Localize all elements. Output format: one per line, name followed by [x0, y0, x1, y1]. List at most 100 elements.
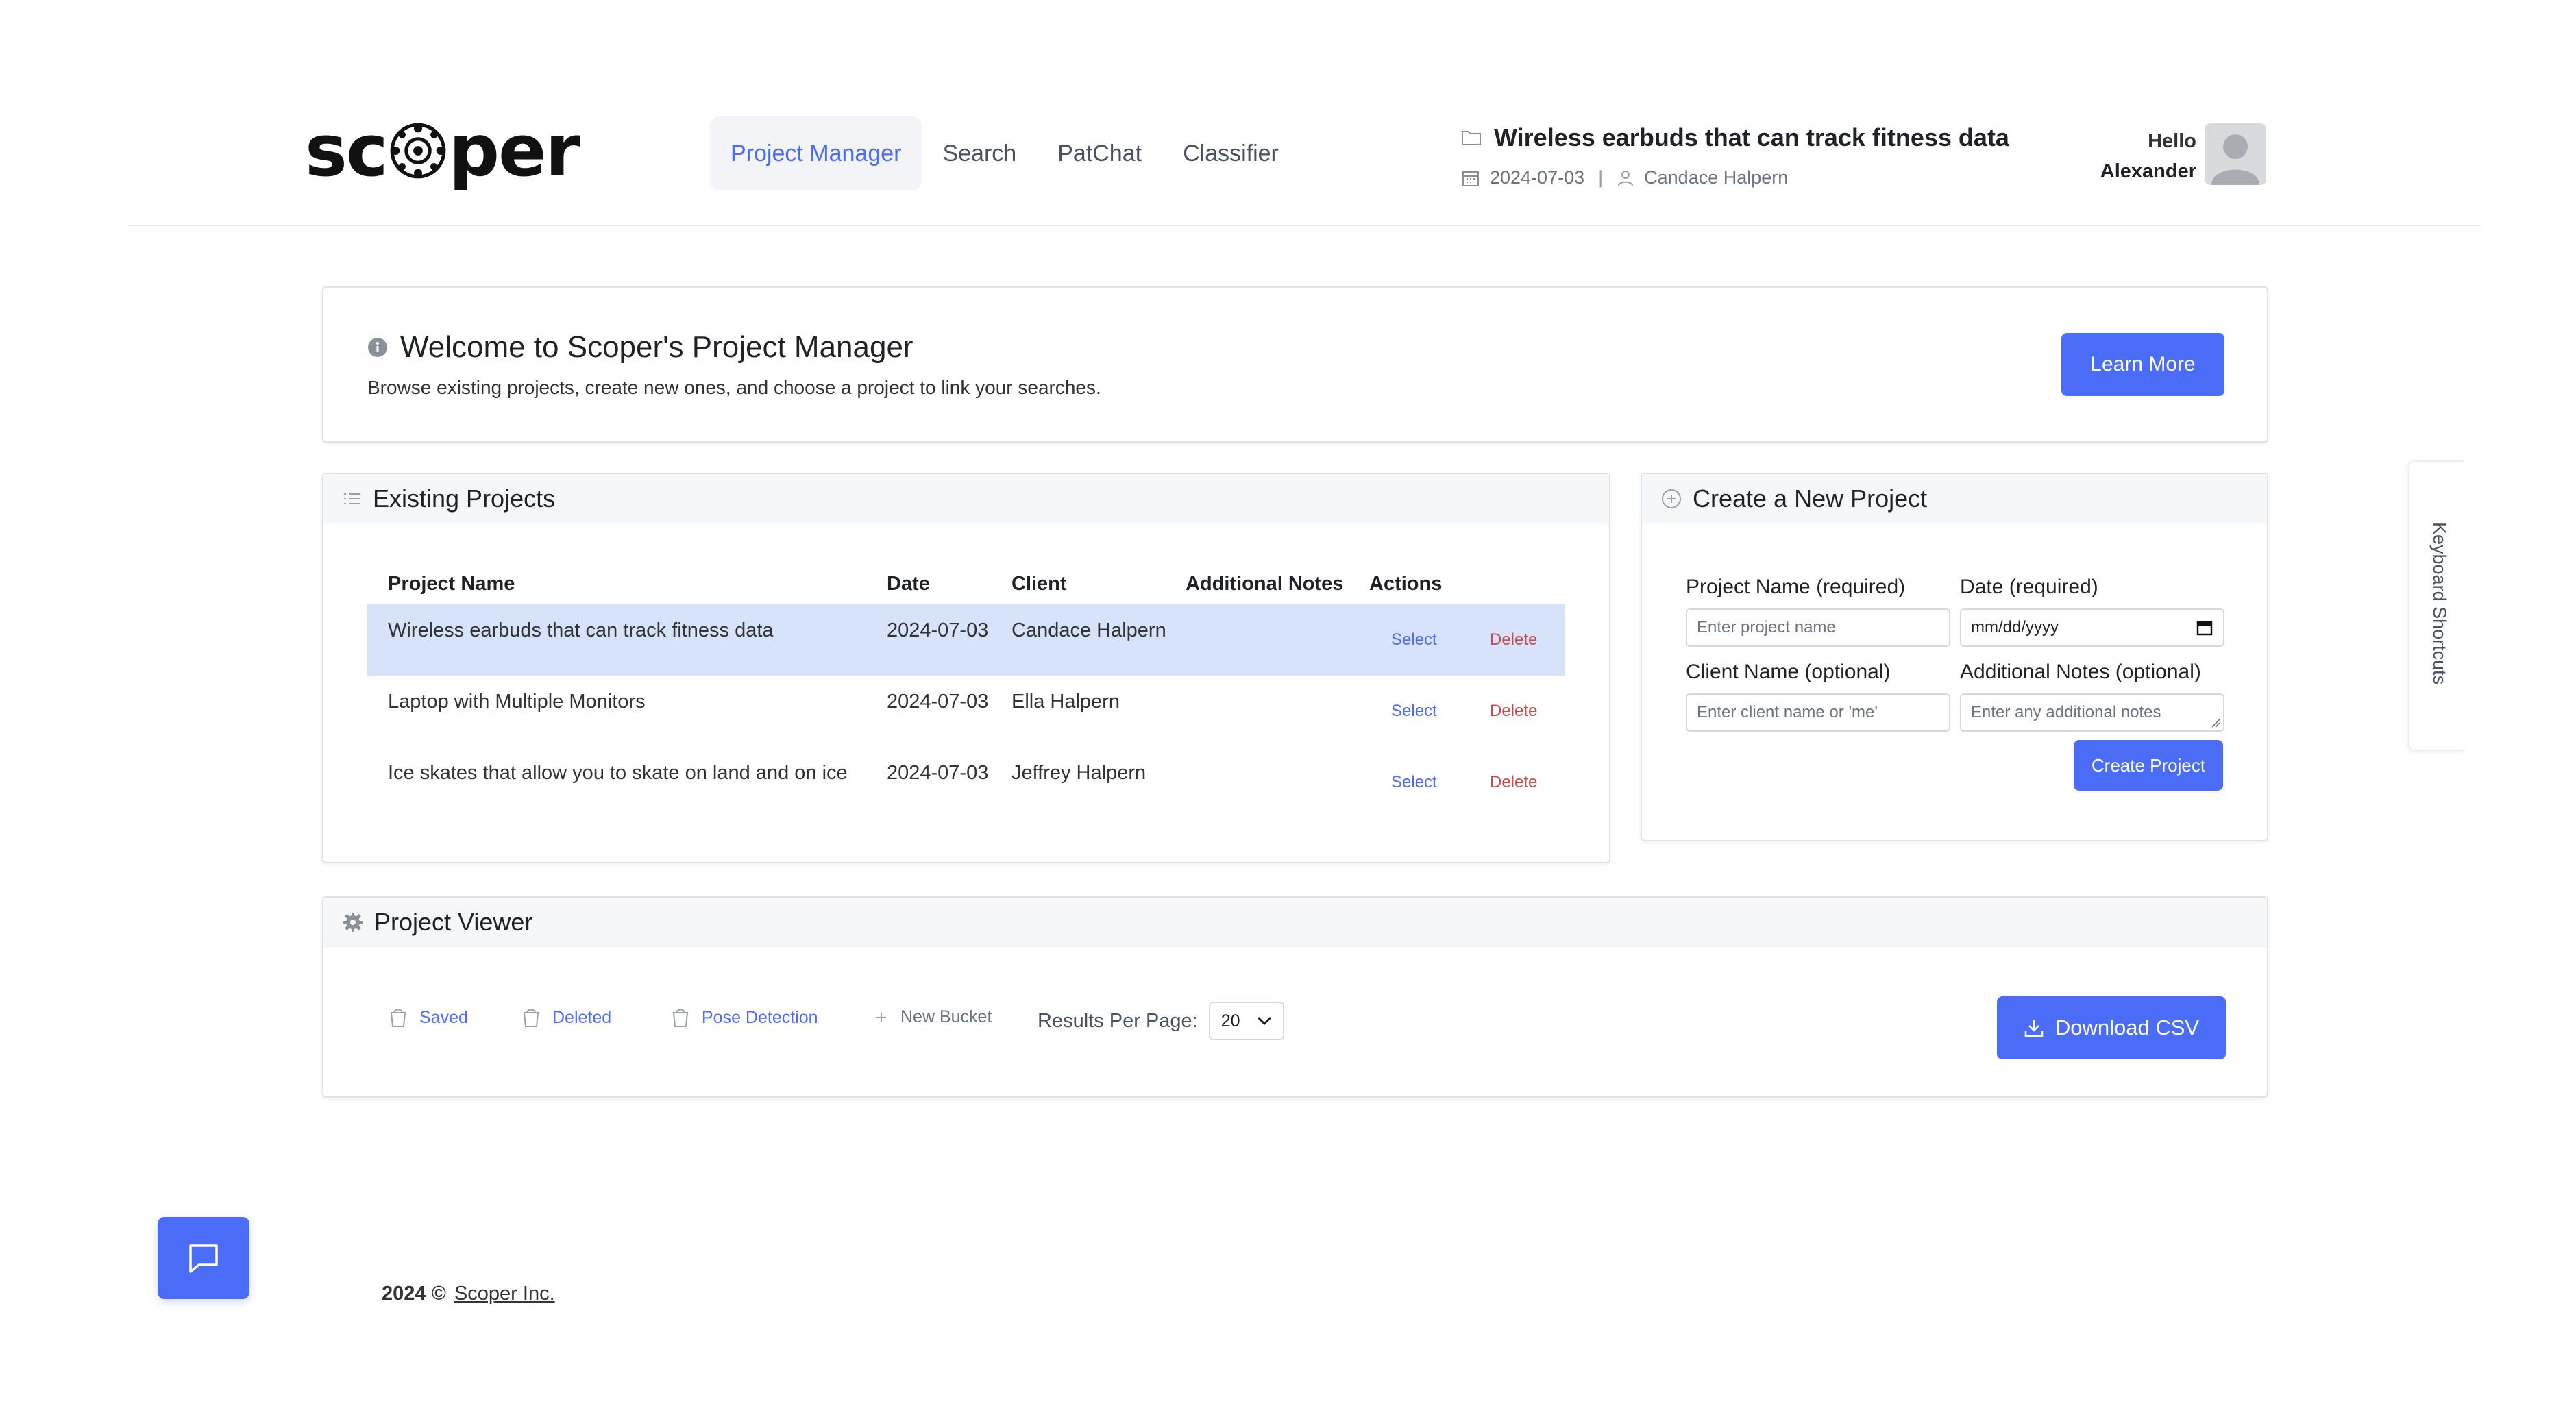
download-csv-label: Download CSV	[2054, 1015, 2200, 1039]
bucket-label: Saved	[419, 1007, 468, 1027]
notes-placeholder: Enter any additional notes	[1971, 703, 2161, 722]
scoper-logo[interactable]: sc per	[305, 109, 580, 193]
existing-projects-card: Existing Projects Project Name Date Clie…	[322, 473, 1610, 863]
delete-button[interactable]: Delete	[1490, 630, 1537, 650]
list-icon	[344, 493, 360, 504]
avatar[interactable]	[2205, 123, 2266, 185]
results-per-page: Results Per Page: 20	[1038, 1002, 1284, 1040]
resize-handle-icon[interactable]	[2209, 717, 2220, 728]
date-input[interactable]: mm/dd/yyyy	[1960, 608, 2224, 647]
bucket-pose-detection[interactable]: Pose Detection	[672, 1007, 818, 1028]
project-name-label: Project Name (required)	[1686, 576, 1906, 598]
nav-classifier[interactable]: Classifier	[1162, 116, 1299, 190]
keyboard-shortcuts-tab[interactable]: Keyboard Shortcuts	[2408, 460, 2464, 751]
welcome-title: Welcome to Scoper's Project Manager	[400, 330, 913, 364]
plus-circle-icon	[1662, 489, 1681, 508]
logo-text-right: per	[448, 109, 580, 193]
create-project-heading: Create a New Project	[1693, 484, 1928, 513]
info-icon	[368, 338, 387, 357]
table-row[interactable]: Wireless earbuds that can track fitness …	[367, 604, 1565, 676]
delete-button[interactable]: Delete	[1490, 702, 1537, 721]
chat-button[interactable]	[158, 1217, 249, 1299]
nav-project-manager[interactable]: Project Manager	[710, 116, 922, 190]
current-project-title: Wireless earbuds that can track fitness …	[1494, 123, 2009, 151]
col-actions: Actions	[1369, 572, 1443, 595]
meta-separator: |	[1598, 167, 1604, 188]
row-project-name: Ice skates that allow you to skate on la…	[388, 762, 848, 784]
table-row[interactable]: Laptop with Multiple Monitors 2024-07-03…	[367, 676, 1565, 747]
row-client: Candace Halpern	[1011, 619, 1166, 641]
folder-icon	[1462, 131, 1481, 145]
col-project-name: Project Name	[388, 572, 515, 595]
nav-patchat[interactable]: PatChat	[1037, 116, 1162, 190]
user-icon	[1618, 170, 1634, 186]
select-button[interactable]: Select	[1391, 773, 1437, 792]
bucket-label: Pose Detection	[702, 1007, 818, 1027]
user-greeting: Hello Alexander	[2090, 126, 2196, 186]
chevron-down-icon	[1257, 1016, 1271, 1026]
bucket-label: Deleted	[552, 1007, 612, 1027]
user-name: Alexander	[2100, 160, 2196, 182]
project-name-input[interactable]: Enter project name	[1686, 608, 1950, 647]
bucket-icon	[672, 1009, 689, 1027]
bucket-saved[interactable]: Saved	[389, 1007, 468, 1028]
row-client: Jeffrey Halpern	[1011, 762, 1146, 784]
col-additional-notes: Additional Notes	[1186, 572, 1344, 595]
results-per-page-value: 20	[1220, 1011, 1240, 1031]
welcome-subtitle: Browse existing projects, create new one…	[367, 377, 1101, 398]
additional-notes-input[interactable]: Enter any additional notes	[1960, 693, 2224, 732]
current-project-header: Wireless earbuds that can track fitness …	[1461, 123, 2009, 188]
row-date: 2024-07-03	[887, 691, 989, 713]
bucket-icon	[523, 1009, 539, 1027]
chat-bubble-icon	[189, 1244, 218, 1273]
select-button[interactable]: Select	[1391, 630, 1437, 650]
gear-icon	[343, 912, 363, 932]
row-date: 2024-07-03	[887, 619, 989, 641]
nav-search[interactable]: Search	[922, 116, 1037, 190]
main-nav: Project Manager Search PatChat Classifie…	[710, 116, 1299, 190]
bucket-icon	[390, 1009, 406, 1027]
plus-icon	[876, 1012, 886, 1022]
select-button[interactable]: Select	[1391, 702, 1437, 721]
client-name-label: Client Name (optional)	[1686, 661, 1891, 683]
footer: 2024 © Scoper Inc.	[382, 1283, 555, 1305]
table-row[interactable]: Ice skates that allow you to skate on la…	[367, 747, 1565, 818]
create-project-button[interactable]: Create Project	[2074, 740, 2223, 791]
col-date: Date	[887, 572, 930, 595]
download-icon	[2024, 1020, 2044, 1037]
client-name-input[interactable]: Enter client name or 'me'	[1686, 693, 1950, 732]
keyboard-shortcuts-label: Keyboard Shortcuts	[2429, 522, 2450, 685]
current-project-date: 2024-07-03	[1490, 167, 1585, 188]
new-bucket-button[interactable]: New Bucket	[874, 1007, 992, 1027]
col-client: Client	[1011, 572, 1067, 595]
footer-year: 2024 ©	[382, 1283, 446, 1305]
logo-mandala-icon	[390, 123, 445, 179]
projects-table: Project Name Date Client Additional Note…	[367, 563, 1565, 818]
results-per-page-label: Results Per Page:	[1038, 1009, 1198, 1032]
current-project-client: Candace Halpern	[1644, 167, 1789, 188]
row-project-name: Wireless earbuds that can track fitness …	[388, 619, 774, 641]
additional-notes-label: Additional Notes (optional)	[1960, 661, 2201, 683]
delete-button[interactable]: Delete	[1490, 773, 1537, 792]
results-per-page-select[interactable]: 20	[1208, 1002, 1284, 1040]
bucket-deleted[interactable]: Deleted	[522, 1007, 611, 1028]
create-project-card: Create a New Project Project Name (requi…	[1641, 473, 2268, 841]
footer-company-link[interactable]: Scoper Inc.	[454, 1283, 555, 1305]
new-bucket-label: New Bucket	[900, 1007, 992, 1026]
download-csv-button[interactable]: Download CSV	[1997, 996, 2226, 1059]
logo-text-left: sc	[305, 109, 389, 193]
table-header: Project Name Date Client Additional Note…	[367, 563, 1565, 604]
date-placeholder: mm/dd/yyyy	[1971, 618, 2059, 637]
project-viewer-heading: Project Viewer	[374, 907, 533, 936]
header-divider	[128, 225, 2481, 226]
project-viewer-card: Project Viewer Saved Deleted Pose Detect…	[322, 896, 2268, 1098]
row-project-name: Laptop with Multiple Monitors	[388, 691, 646, 713]
avatar-placeholder-icon	[2211, 134, 2259, 185]
row-date: 2024-07-03	[887, 762, 989, 784]
calendar-picker-icon[interactable]	[2196, 619, 2213, 637]
existing-projects-heading: Existing Projects	[373, 484, 556, 513]
welcome-card: Welcome to Scoper's Project Manager Brow…	[322, 286, 2268, 443]
learn-more-button[interactable]: Learn More	[2061, 333, 2224, 396]
row-client: Ella Halpern	[1011, 691, 1120, 713]
calendar-icon	[1462, 171, 1479, 186]
